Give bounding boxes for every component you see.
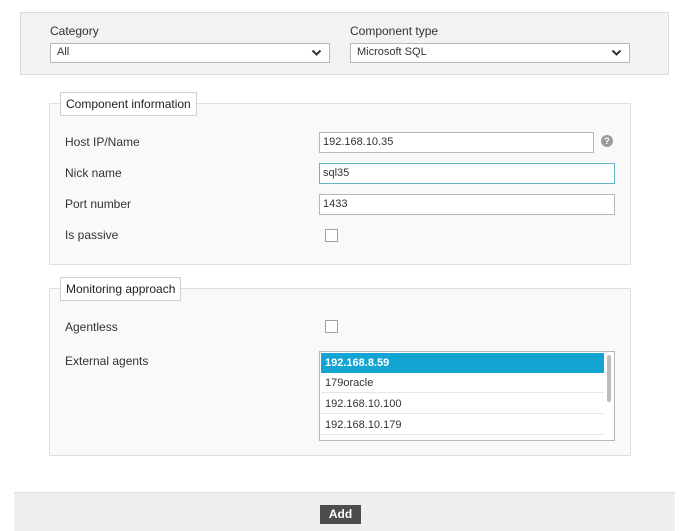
port-number-input[interactable]: 1433	[319, 194, 615, 215]
list-item[interactable]: 192.168.8.59	[321, 353, 604, 373]
is-passive-label: Is passive	[65, 228, 119, 242]
component-info-legend: Component information	[60, 92, 197, 116]
category-select[interactable]: All	[50, 43, 330, 63]
host-label: Host IP/Name	[65, 135, 140, 149]
category-select-value: All	[57, 46, 70, 58]
category-label: Category	[50, 24, 99, 38]
external-agents-listbox[interactable]: 192.168.8.59 179oracle 192.168.10.100 19…	[319, 351, 615, 441]
listbox-scrollbar-thumb[interactable]	[607, 355, 611, 402]
port-number-label: Port number	[65, 197, 132, 211]
component-type-select-value: Microsoft SQL	[357, 46, 427, 58]
host-input[interactable]: 192.168.10.35	[319, 132, 594, 153]
chevron-down-icon	[311, 49, 322, 56]
list-item[interactable]: 192.168.10.100	[321, 394, 604, 414]
add-button[interactable]: Add	[320, 505, 361, 524]
monitoring-legend: Monitoring approach	[60, 277, 182, 301]
list-item[interactable]: 179oracle	[321, 373, 604, 393]
nick-name-input-value: sql35	[323, 167, 350, 179]
port-number-input-value: 1433	[323, 198, 348, 210]
is-passive-checkbox[interactable]	[325, 229, 338, 242]
component-type-label: Component type	[350, 24, 439, 38]
component-type-select[interactable]: Microsoft SQL	[350, 43, 630, 63]
external-agents-label: External agents	[65, 354, 149, 368]
nick-name-label: Nick name	[65, 166, 122, 180]
component-info-fieldset	[49, 103, 631, 265]
agentless-checkbox[interactable]	[325, 320, 338, 333]
chevron-down-icon	[611, 49, 622, 56]
help-icon[interactable]: ?	[601, 135, 613, 147]
agentless-label: Agentless	[65, 320, 118, 334]
list-item[interactable]: 192.168.10.179	[321, 415, 604, 435]
nick-name-input[interactable]: sql35	[319, 163, 615, 184]
host-input-value: 192.168.10.35	[323, 136, 394, 148]
